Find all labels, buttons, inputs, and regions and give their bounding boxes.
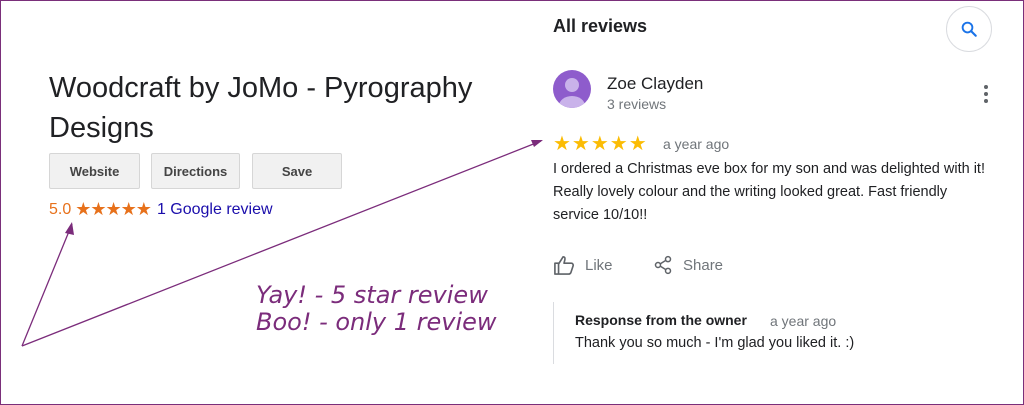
annotation-line-1: Yay! - 5 star review (256, 281, 488, 309)
annotation-text: Yay! - 5 star review Boo! - only 1 revie… (256, 282, 497, 336)
arrow-to-rating-head (65, 222, 74, 235)
annotation-arrows (21, 140, 543, 347)
annotation-line-2: Boo! - only 1 review (256, 308, 497, 336)
arrow-to-rating-line (21, 223, 73, 347)
arrow-to-stars-head (531, 140, 543, 147)
